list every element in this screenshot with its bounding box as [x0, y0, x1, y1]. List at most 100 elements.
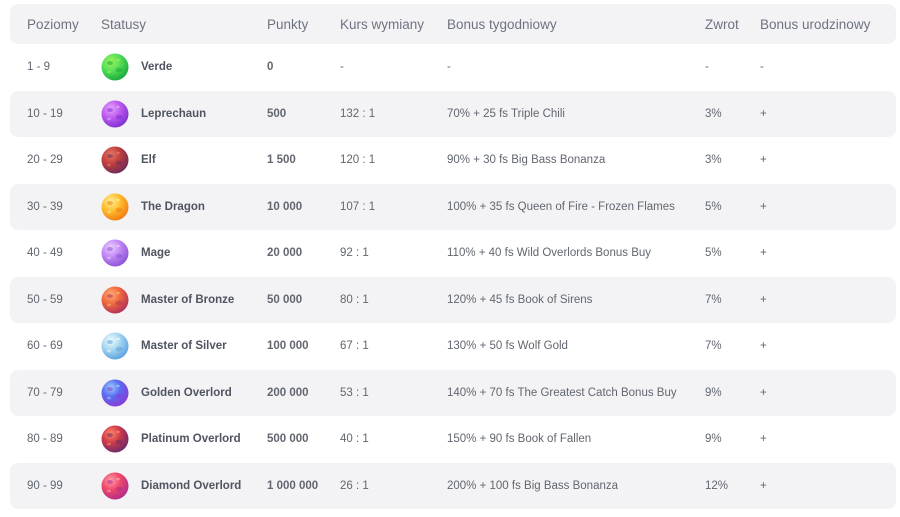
birthday-bonus-cell: +: [760, 154, 767, 167]
birthday-bonus-cell: -: [760, 61, 764, 74]
weekly-bonus-cell: 140% + 70 fs The Greatest Catch Bonus Bu…: [447, 386, 677, 399]
points-cell: 100 000: [267, 340, 309, 353]
birthday-bonus-cell: +: [760, 479, 767, 492]
crimson-planet-icon: [101, 425, 129, 453]
status-cell: Platinum Overlord: [100, 416, 241, 463]
points-cell: 500: [267, 107, 287, 120]
blue-violet-planet-icon: [101, 379, 129, 407]
level-range-cell: 40 - 49: [27, 247, 63, 260]
bronze-planet-icon: [101, 286, 129, 314]
exchange-rate-cell: 67 : 1: [340, 340, 369, 353]
magenta-planet-icon: [101, 472, 129, 500]
status-cell: Verde: [100, 44, 172, 91]
exchange-rate-cell: -: [340, 61, 344, 74]
return-cell: 5%: [705, 247, 722, 260]
status-name: The Dragon: [141, 200, 205, 213]
status-name: Golden Overlord: [141, 386, 232, 399]
return-cell: 5%: [705, 200, 722, 213]
level-range-cell: 50 - 59: [27, 293, 63, 306]
return-cell: 9%: [705, 386, 722, 399]
level-range-cell: 80 - 89: [27, 433, 63, 446]
status-name: Master of Silver: [141, 340, 227, 353]
vip-status-table: Poziomy Statusy Punkty Kurs wymiany Bonu…: [10, 4, 896, 509]
points-cell: 0: [267, 61, 274, 74]
table-row: 80 - 89 Platinum Overlord 500 000 40 : 1 150…: [10, 416, 896, 463]
weekly-bonus-cell: 70% + 25 fs Triple Chili: [447, 107, 565, 120]
points-cell: 50 000: [267, 293, 303, 306]
level-range-cell: 60 - 69: [27, 340, 63, 353]
birthday-bonus-cell: +: [760, 433, 767, 446]
level-range-cell: 20 - 29: [27, 154, 63, 167]
level-range-cell: 30 - 39: [27, 200, 63, 213]
status-name: Verde: [141, 61, 173, 74]
birthday-bonus-cell: +: [760, 107, 767, 120]
status-name: Platinum Overlord: [141, 433, 241, 446]
table-body: 1 - 9 Verde 0 - - - - 10 - 19 Leprechaun 500 132 :…: [10, 44, 896, 509]
status-cell: Mage: [100, 230, 170, 277]
table-row: 10 - 19 Leprechaun 500 132 : 1 70% + 25 fs T…: [10, 90, 896, 138]
return-cell: -: [705, 61, 709, 74]
exchange-rate-cell: 26 : 1: [340, 479, 369, 492]
column-header-birthday-bonus: Bonus urodzinowy: [760, 16, 871, 32]
exchange-rate-cell: 107 : 1: [340, 200, 376, 213]
table-row: 50 - 59 Master of Bronze 50 000 80 : 1 120% …: [10, 276, 896, 324]
points-cell: 1 500: [267, 154, 296, 167]
status-cell: The Dragon: [100, 184, 205, 231]
golden-planet-icon: [101, 193, 129, 221]
return-cell: 3%: [705, 107, 722, 120]
table-row: 90 - 99 Diamond Overlord 1 000 000 26 : 1 20…: [10, 462, 896, 510]
status-name: Mage: [141, 247, 171, 260]
birthday-bonus-cell: +: [760, 386, 767, 399]
weekly-bonus-cell: 130% + 50 fs Wolf Gold: [447, 340, 568, 353]
column-header-exchange-rate: Kurs wymiany: [340, 16, 425, 32]
status-name: Elf: [141, 154, 156, 167]
status-cell: Leprechaun: [100, 91, 206, 138]
return-cell: 3%: [705, 154, 722, 167]
status-cell: Golden Overlord: [100, 370, 232, 417]
birthday-bonus-cell: +: [760, 293, 767, 306]
status-name: Leprechaun: [141, 107, 207, 120]
table-row: 40 - 49 Mage 20 000 92 : 1 110% + 40 fs Wild…: [10, 230, 896, 277]
points-cell: 200 000: [267, 386, 309, 399]
exchange-rate-cell: 120 : 1: [340, 154, 376, 167]
purple-planet-icon: [101, 100, 129, 128]
status-cell: Master of Bronze: [100, 277, 234, 324]
points-cell: 500 000: [267, 433, 309, 446]
level-range-cell: 1 - 9: [27, 61, 51, 74]
status-cell: Elf: [100, 137, 156, 184]
exchange-rate-cell: 92 : 1: [340, 247, 369, 260]
birthday-bonus-cell: +: [760, 247, 767, 260]
silver-planet-icon: [101, 332, 129, 360]
points-cell: 20 000: [267, 247, 303, 260]
weekly-bonus-cell: 200% + 100 fs Big Bass Bonanza: [447, 479, 619, 492]
table-row: 60 - 69 Master of Silver 100 000 67 : 1 130%…: [10, 323, 896, 370]
column-header-weekly-bonus: Bonus tygodniowy: [447, 16, 557, 32]
red-rock-planet-icon: [101, 146, 129, 174]
status-cell: Diamond Overlord: [100, 463, 241, 510]
status-name: Master of Bronze: [141, 293, 235, 306]
exchange-rate-cell: 40 : 1: [340, 433, 369, 446]
points-cell: 1 000 000: [267, 479, 319, 492]
weekly-bonus-cell: 120% + 45 fs Book of Sirens: [447, 293, 593, 306]
points-cell: 10 000: [267, 200, 303, 213]
status-cell: Master of Silver: [100, 323, 227, 370]
violet-asteroid-icon: [101, 239, 129, 267]
level-range-cell: 70 - 79: [27, 386, 63, 399]
table-row: 70 - 79 Golden Overlord 200 000 53 : 1 140% …: [10, 369, 896, 417]
exchange-rate-cell: 132 : 1: [340, 107, 376, 120]
return-cell: 12%: [705, 479, 729, 492]
table-row: 1 - 9 Verde 0 - - - -: [10, 44, 896, 91]
green-planet-icon: [101, 53, 129, 81]
return-cell: 7%: [705, 293, 722, 306]
weekly-bonus-cell: 100% + 35 fs Queen of Fire - Frozen Flam…: [447, 200, 675, 213]
exchange-rate-cell: 80 : 1: [340, 293, 369, 306]
return-cell: 9%: [705, 433, 722, 446]
birthday-bonus-cell: +: [760, 200, 767, 213]
weekly-bonus-cell: 150% + 90 fs Book of Fallen: [447, 433, 592, 446]
weekly-bonus-cell: -: [447, 61, 451, 74]
return-cell: 7%: [705, 340, 722, 353]
column-header-points: Punkty: [267, 16, 309, 32]
weekly-bonus-cell: 90% + 30 fs Big Bass Bonanza: [447, 154, 606, 167]
column-header-levels: Poziomy: [27, 16, 79, 32]
level-range-cell: 90 - 99: [27, 479, 63, 492]
